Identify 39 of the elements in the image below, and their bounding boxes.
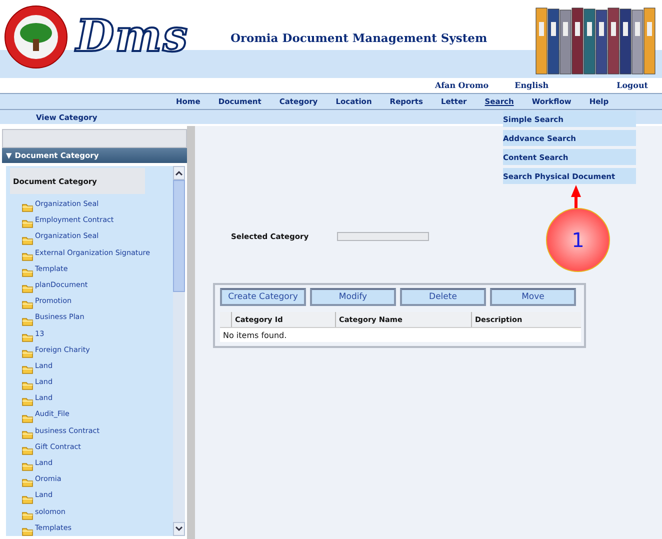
logout-link[interactable]: Logout: [616, 80, 648, 90]
folder-icon: [22, 396, 33, 406]
folder-icon: [22, 316, 33, 326]
empty-message: No items found.: [222, 330, 288, 342]
folder-icon: [22, 477, 33, 488]
folder-icon: [22, 266, 33, 277]
chevron-down-icon: [175, 526, 183, 532]
folder-icon: [22, 332, 33, 342]
folder-icon: [22, 428, 33, 439]
selected-category-field[interactable]: [337, 232, 429, 241]
emblem-icon: [4, 5, 68, 69]
folder-icon: [22, 526, 33, 536]
action-button[interactable]: Create Category: [220, 288, 306, 306]
action-button[interactable]: Modify: [310, 288, 396, 306]
step-badge: 1: [546, 208, 610, 272]
logo-wordmark: Dms: [76, 10, 188, 62]
folder-icon: [22, 445, 33, 455]
folder-icon: [22, 510, 33, 520]
folder-icon: [22, 364, 33, 374]
scrollbar[interactable]: [173, 166, 185, 536]
scroll-thumb[interactable]: [173, 180, 185, 292]
site-title: Oromia Document Management System: [230, 31, 488, 45]
action-button[interactable]: Delete: [400, 288, 486, 306]
folder-icon: [22, 202, 33, 212]
language-link[interactable]: English: [514, 80, 549, 90]
arrow-icon: [571, 185, 581, 210]
folder-icon: [22, 218, 33, 228]
folder-icon: [22, 299, 33, 310]
folder-icon: [22, 461, 33, 472]
folder-icon: [22, 250, 33, 261]
folder-icon: [22, 494, 33, 504]
folder-icon: [22, 412, 33, 423]
action-button[interactable]: Move: [490, 288, 576, 306]
folder-icon: [22, 283, 33, 294]
folder-icon: [22, 380, 33, 390]
folder-icon: [22, 234, 33, 245]
folder-icon: [22, 348, 33, 358]
language-link[interactable]: Afan Oromo: [435, 80, 489, 90]
chevron-up-icon: [175, 170, 183, 176]
